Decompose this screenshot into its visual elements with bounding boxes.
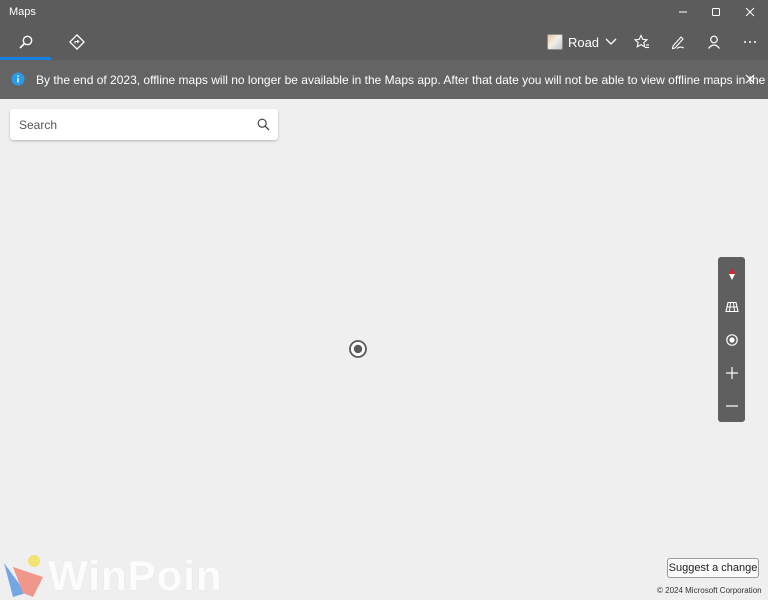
more-icon: [744, 41, 756, 43]
maximize-icon: [712, 8, 720, 16]
zoom-out-button[interactable]: [718, 389, 745, 422]
3d-cities-icon: [724, 301, 739, 312]
search-box: [10, 109, 278, 140]
search-icon[interactable]: [257, 118, 270, 131]
ink-icon: [671, 36, 685, 50]
favorites-icon: [634, 34, 649, 49]
watermark-logo: [4, 555, 43, 597]
suggest-a-change-button[interactable]: Suggest a change: [667, 558, 759, 578]
show-my-location-button[interactable]: [718, 323, 745, 356]
account-button[interactable]: [699, 24, 729, 60]
current-location-marker: [349, 340, 367, 358]
map-style-label: Road: [567, 34, 600, 50]
banner-message: By the end of 2023, offline maps will no…: [36, 73, 768, 87]
chevron-down-icon: [605, 38, 617, 45]
zoom-out-icon: [725, 404, 738, 407]
info-icon: [11, 72, 25, 86]
account-icon: [708, 35, 720, 49]
search-input[interactable]: [10, 109, 259, 140]
map-canvas[interactable]: [0, 99, 768, 600]
close-icon: [745, 74, 755, 84]
title-bar: Maps: [0, 0, 768, 24]
favorites-button[interactable]: [627, 24, 657, 60]
map-style-icon: [546, 34, 563, 50]
watermark-text: WinPoin: [48, 552, 223, 599]
banner-close-button[interactable]: [740, 69, 760, 89]
copyright-text: © 2024 Microsoft Corporation: [657, 586, 762, 595]
search-icon: [18, 35, 32, 49]
3d-cities-button[interactable]: [718, 290, 745, 323]
close-button[interactable]: [733, 0, 767, 24]
compass-button[interactable]: [718, 257, 745, 290]
zoom-in-button[interactable]: [718, 356, 745, 389]
minimize-icon: [679, 11, 687, 13]
minimize-button[interactable]: [666, 0, 700, 24]
more-button[interactable]: [735, 24, 765, 60]
ink-button[interactable]: [663, 24, 693, 60]
tab-search[interactable]: [0, 24, 51, 60]
close-icon: [745, 7, 755, 17]
directions-icon: [69, 34, 85, 50]
show-my-location-icon: [725, 333, 738, 346]
map-style-selector[interactable]: Road: [546, 24, 618, 60]
info-banner: By the end of 2023, offline maps will no…: [0, 60, 768, 99]
tab-directions[interactable]: [58, 24, 96, 60]
compass-icon: [728, 267, 735, 280]
map-controls: [718, 257, 745, 422]
app-title: Maps: [9, 6, 36, 18]
maximize-button[interactable]: [699, 0, 733, 24]
zoom-in-icon: [725, 366, 738, 379]
toolbar: Road: [0, 24, 768, 60]
